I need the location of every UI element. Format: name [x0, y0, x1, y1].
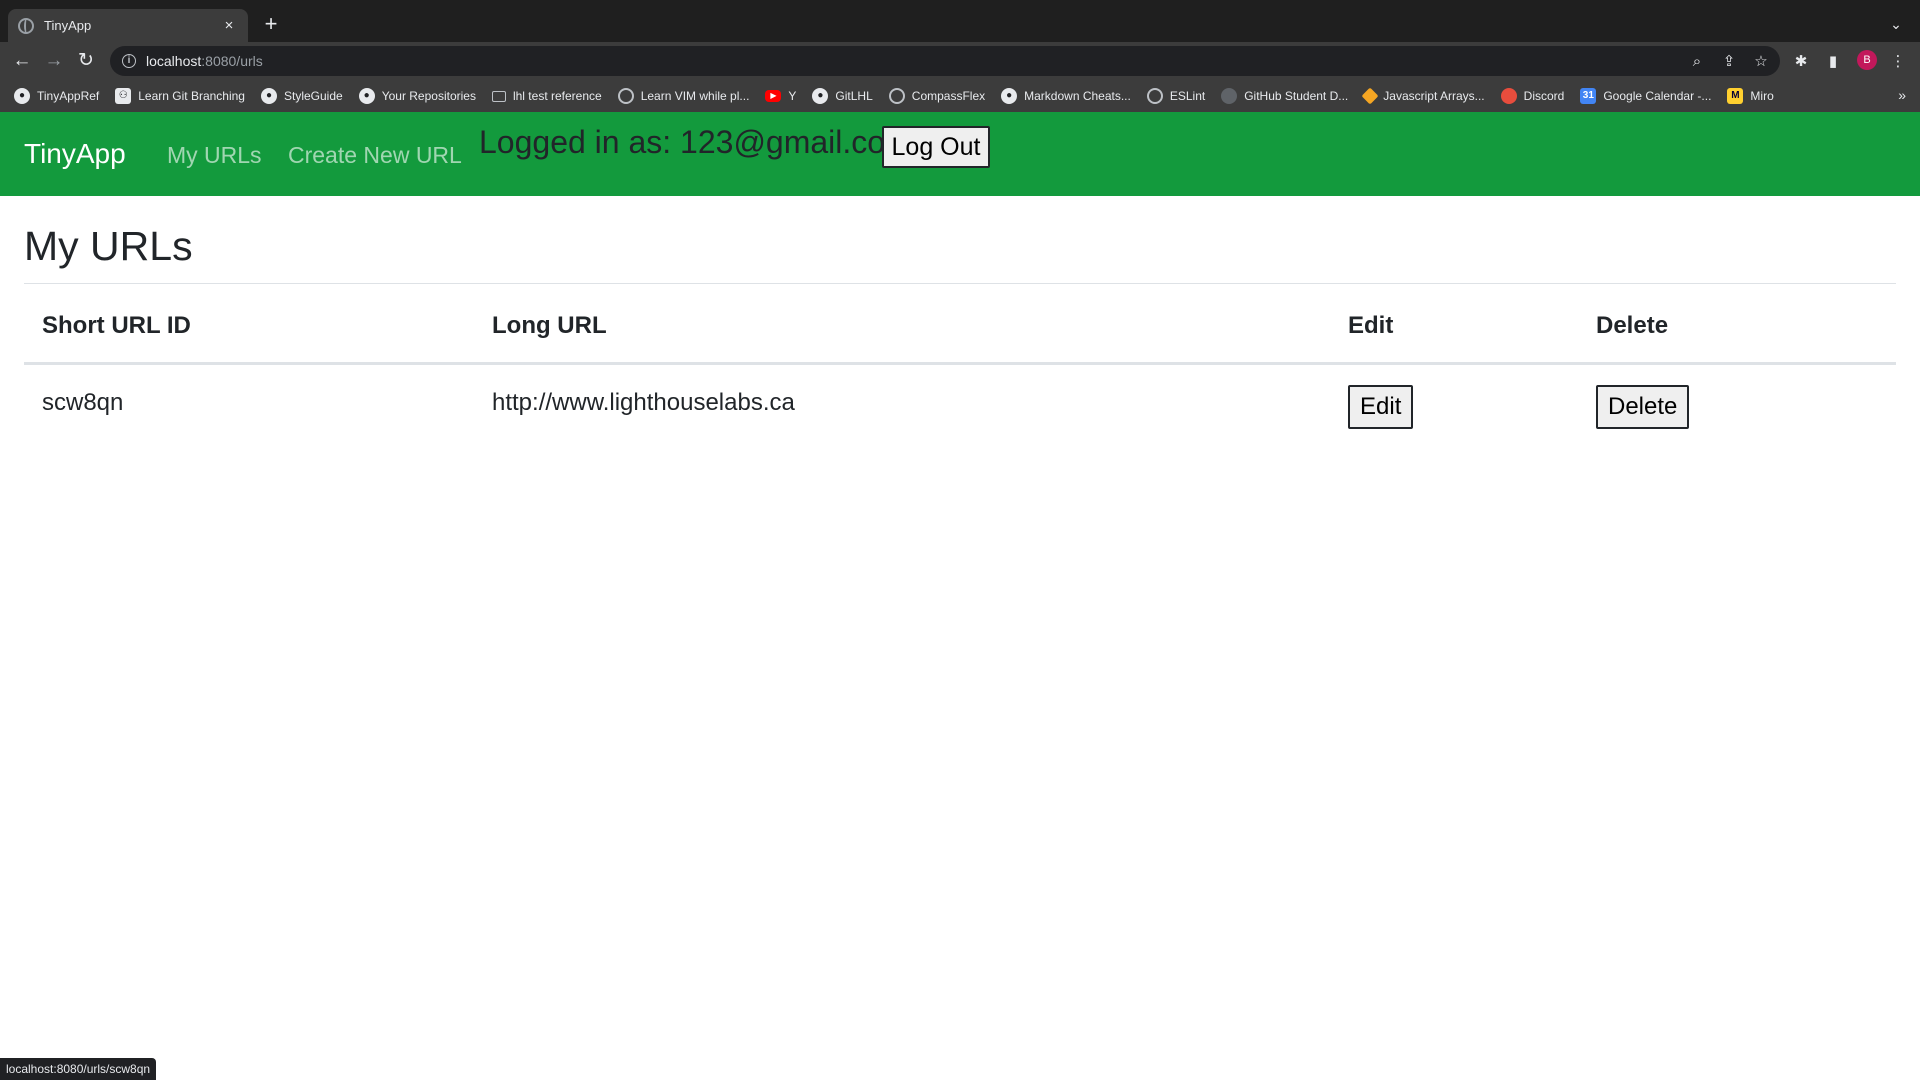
main-content: My URLs Short URL ID Long URL Edit Delet…: [24, 196, 1896, 453]
bookmark-label: Discord: [1523, 89, 1565, 103]
back-button[interactable]: ←: [9, 49, 35, 75]
bookmark-item[interactable]: ESLint: [1146, 88, 1206, 104]
git-branching-icon: ⚇: [115, 88, 132, 104]
bookmark-label: Learn Git Branching: [138, 89, 245, 103]
bookmark-item[interactable]: ● StyleGuide: [260, 88, 343, 104]
bookmark-label: Google Calendar -...: [1603, 89, 1712, 103]
bookmark-label: TinyAppRef: [37, 89, 100, 103]
status-url-bubble: localhost:8080/urls/scw8qn: [0, 1058, 157, 1080]
zoom-icon[interactable]: ⌕: [1686, 51, 1708, 73]
bookmark-label: Y: [788, 89, 797, 103]
discord-icon: [1500, 88, 1517, 104]
github-icon: ●: [260, 88, 277, 104]
github-icon: ●: [358, 88, 375, 104]
github-icon: ●: [812, 88, 829, 104]
browser-toolbar: ← → ↻ i localhost :8080/urls ⌕ ⇪ ☆ ✱ ▮ ⋮: [0, 42, 1920, 80]
share-icon[interactable]: ⇪: [1718, 51, 1740, 73]
eslint-icon: [1146, 88, 1163, 104]
bookmark-label: ESLint: [1169, 89, 1206, 103]
bookmark-label: GitLHL: [835, 89, 873, 103]
close-tab-icon[interactable]: ×: [220, 17, 238, 34]
bookmark-label: Javascript Arrays...: [1383, 89, 1485, 103]
tab-title: TinyApp: [44, 18, 92, 33]
globe-icon: [617, 88, 634, 104]
nav-create-new-url[interactable]: Create New URL: [288, 142, 462, 169]
bookmarks-bar: ● TinyAppRef ⚇ Learn Git Branching ● StyleGui…: [0, 80, 1920, 112]
bookmark-item[interactable]: ▶ Y: [765, 89, 796, 103]
bookmark-item[interactable]: ● Your Repositories: [358, 88, 476, 104]
bookmark-star-icon[interactable]: ☆: [1750, 51, 1772, 73]
bookmark-label: CompassFlex: [911, 89, 986, 103]
bookmark-label: lhl test reference: [512, 89, 602, 103]
bookmark-label: StyleGuide: [283, 89, 343, 103]
browser-tab[interactable]: TinyApp ×: [8, 9, 248, 42]
bookmark-label: Miro: [1750, 89, 1774, 103]
edit-cell: Edit: [1330, 364, 1578, 454]
short-url-id: scw8qn: [42, 389, 124, 417]
more-bookmarks-icon[interactable]: »: [1898, 87, 1906, 103]
reload-button[interactable]: ↻: [73, 49, 99, 75]
github-icon: ●: [1001, 88, 1018, 104]
page-title: My URLs: [24, 223, 193, 269]
bookmark-item[interactable]: CompassFlex: [888, 88, 986, 104]
site-info-icon[interactable]: i: [122, 54, 136, 68]
bookmark-label: Your Repositories: [381, 89, 476, 103]
delete-cell: Delete: [1578, 364, 1896, 454]
side-panel-icon[interactable]: ▮: [1822, 51, 1844, 73]
google-calendar-icon: 31: [1580, 88, 1597, 104]
logged-in-text: Logged in as: 123@gmail.com: [479, 124, 912, 160]
column-header-edit: Edit: [1330, 283, 1578, 366]
diamond-icon: [1361, 87, 1379, 105]
github-icon: ●: [14, 88, 30, 104]
address-bar[interactable]: i localhost :8080/urls: [110, 46, 1780, 76]
app-navbar: TinyApp My URLs Create New URL Logged in…: [0, 112, 1920, 196]
bookmark-item[interactable]: ● TinyAppRef: [14, 88, 99, 104]
bookmark-item[interactable]: Learn VIM while pl...: [617, 88, 750, 104]
delete-button[interactable]: Delete: [1596, 385, 1690, 430]
miro-icon: M: [1727, 88, 1744, 104]
edit-button[interactable]: Edit: [1348, 385, 1414, 430]
profile-avatar[interactable]: B: [1857, 50, 1877, 70]
table-header-row: Short URL ID Long URL Edit Delete: [24, 283, 1896, 366]
bookmark-item[interactable]: ● GitLHL: [812, 88, 873, 104]
bookmark-item[interactable]: ⚇ Learn Git Branching: [115, 88, 245, 104]
nav-my-urls[interactable]: My URLs: [167, 142, 262, 169]
bookmark-item[interactable]: ● Markdown Cheats...: [1001, 88, 1131, 104]
tab-search-chevron-icon[interactable]: ⌄: [1884, 12, 1908, 36]
folder-icon: [491, 90, 506, 102]
forward-button[interactable]: →: [41, 49, 67, 75]
brand-link[interactable]: TinyApp: [24, 138, 126, 170]
logout-button[interactable]: Log Out: [882, 126, 990, 168]
browser-tab-strip: TinyApp × + ⌄: [0, 0, 1920, 42]
compass-icon: [888, 88, 905, 104]
address-host: localhost: [146, 53, 202, 69]
bookmark-label: GitHub Student D...: [1244, 89, 1349, 103]
long-url: http://www.lighthouselabs.ca: [492, 389, 795, 417]
address-path: :8080/urls: [201, 53, 263, 69]
column-header-long-url: Long URL: [474, 283, 1330, 366]
column-header-short-url: Short URL ID: [24, 283, 474, 366]
bookmark-label: Markdown Cheats...: [1024, 89, 1131, 103]
table-row: scw8qn http://www.lighthouselabs.ca Edit…: [24, 364, 1896, 454]
bookmark-item[interactable]: GitHub Student D...: [1221, 88, 1348, 104]
bookmark-label: Learn VIM while pl...: [640, 89, 750, 103]
extensions-icon[interactable]: ✱: [1790, 51, 1812, 73]
urls-table: Short URL ID Long URL Edit Delete scw8qn…: [24, 283, 1896, 453]
bookmark-item[interactable]: Discord: [1500, 88, 1565, 104]
new-tab-button[interactable]: +: [258, 12, 284, 38]
bookmark-item[interactable]: Javascript Arrays...: [1361, 87, 1485, 105]
globe-icon: [18, 17, 34, 34]
bookmark-item[interactable]: 31 Google Calendar -...: [1580, 88, 1711, 104]
bookmark-item[interactable]: lhl test reference: [491, 89, 602, 103]
column-header-delete: Delete: [1578, 283, 1896, 366]
bookmark-item[interactable]: M Miro: [1727, 88, 1774, 104]
youtube-icon: ▶: [765, 90, 782, 102]
browser-menu-icon[interactable]: ⋮: [1887, 51, 1909, 73]
github-student-icon: [1221, 88, 1238, 104]
